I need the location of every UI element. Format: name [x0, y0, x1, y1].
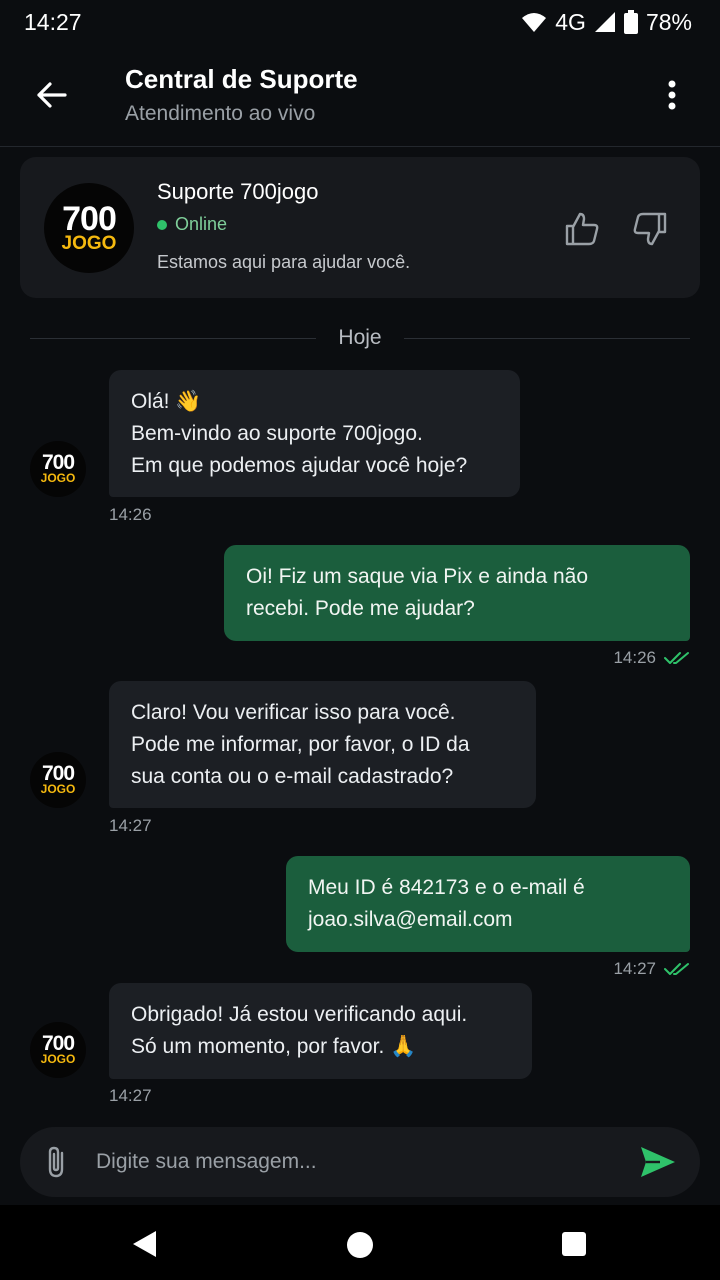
- double-check-icon: [664, 963, 689, 975]
- status-time: 14:27: [24, 8, 82, 35]
- back-button[interactable]: [30, 74, 72, 116]
- status-icons: 4G 78%: [521, 9, 692, 36]
- message-composer: [20, 1127, 700, 1197]
- wifi-icon: [522, 13, 547, 32]
- message-time-label: 14:27: [109, 816, 152, 835]
- incoming-message: Olá! 👋 Bem-vindo ao suporte 700jogo. Em …: [109, 370, 520, 497]
- divider: [403, 337, 691, 339]
- paperclip-icon: [48, 1146, 64, 1178]
- agent-avatar: 700 JOGO: [30, 1022, 86, 1078]
- logo-word: JOGO: [40, 471, 76, 486]
- outgoing-message: Meu ID é 842173 e o e-mail é joao.silva@…: [286, 856, 690, 952]
- send-button[interactable]: [638, 1144, 678, 1180]
- thumbs-up-icon: [565, 212, 599, 246]
- send-icon: [641, 1147, 675, 1177]
- online-dot-icon: [157, 219, 167, 230]
- logo-word: JOGO: [40, 782, 76, 797]
- triangle-back-icon: [133, 1231, 156, 1257]
- status-bar: 14:27 4G 78%: [0, 0, 720, 44]
- agent-avatar: 700 JOGO: [30, 752, 86, 808]
- support-info-card: 700 JOGO Suporte 700jogo Online Estamos …: [20, 157, 700, 298]
- system-nav-bar: [0, 1205, 720, 1280]
- support-name: Suporte 700jogo: [157, 179, 319, 204]
- network-type: 4G: [555, 8, 586, 35]
- day-separator: Hoje: [30, 322, 691, 354]
- message-time: 14:27: [109, 1086, 152, 1106]
- agent-avatar: 700 JOGO: [30, 441, 86, 497]
- logo-number: 700: [62, 200, 117, 239]
- message-time: 14:26: [613, 648, 690, 668]
- more-vertical-icon: [668, 80, 676, 110]
- online-status-label: Online: [175, 214, 228, 234]
- message-time-label: 14:26: [109, 505, 152, 524]
- page-subtitle: Atendimento ao vivo: [125, 102, 316, 125]
- online-status: Online: [157, 214, 227, 235]
- thumbs-down-icon: [633, 212, 667, 246]
- incoming-message: Obrigado! Já estou verificando aqui. Só …: [109, 983, 532, 1079]
- chat-header: Central de Suporte Atendimento ao vivo: [0, 44, 720, 147]
- nav-recents-button[interactable]: [562, 1232, 586, 1256]
- day-label: Hoje: [338, 326, 382, 349]
- cell-signal-icon: [594, 12, 615, 32]
- outgoing-message: Oi! Fiz um saque via Pix e ainda não rec…: [224, 545, 690, 641]
- message-time-label: 14:27: [613, 959, 656, 978]
- nav-home-button[interactable]: [347, 1232, 373, 1258]
- incoming-message: Claro! Vou verificar isso para você. Pod…: [109, 681, 536, 808]
- divider: [30, 337, 317, 339]
- message-time: 14:26: [109, 505, 152, 525]
- arrow-left-icon: [37, 82, 67, 108]
- thumbs-down-button[interactable]: [630, 209, 670, 249]
- brand-logo: 700 JOGO: [44, 183, 134, 273]
- double-check-icon: [664, 652, 689, 664]
- more-options-button[interactable]: [652, 74, 692, 116]
- attach-button[interactable]: [40, 1144, 76, 1180]
- logo-word: JOGO: [40, 1052, 76, 1067]
- logo-word: JOGO: [61, 232, 117, 254]
- message-input[interactable]: [96, 1139, 616, 1185]
- message-time: 14:27: [109, 816, 152, 836]
- thumbs-up-button[interactable]: [562, 209, 602, 249]
- support-description: Estamos aqui para ajudar você.: [157, 252, 411, 272]
- page-title: Central de Suporte: [125, 64, 358, 94]
- message-time-label: 14:26: [613, 648, 656, 667]
- battery-level: 78%: [645, 8, 692, 35]
- message-time: 14:27: [613, 959, 690, 979]
- message-time-label: 14:27: [109, 1086, 152, 1105]
- nav-back-button[interactable]: [130, 1229, 160, 1259]
- battery-icon: [623, 10, 638, 34]
